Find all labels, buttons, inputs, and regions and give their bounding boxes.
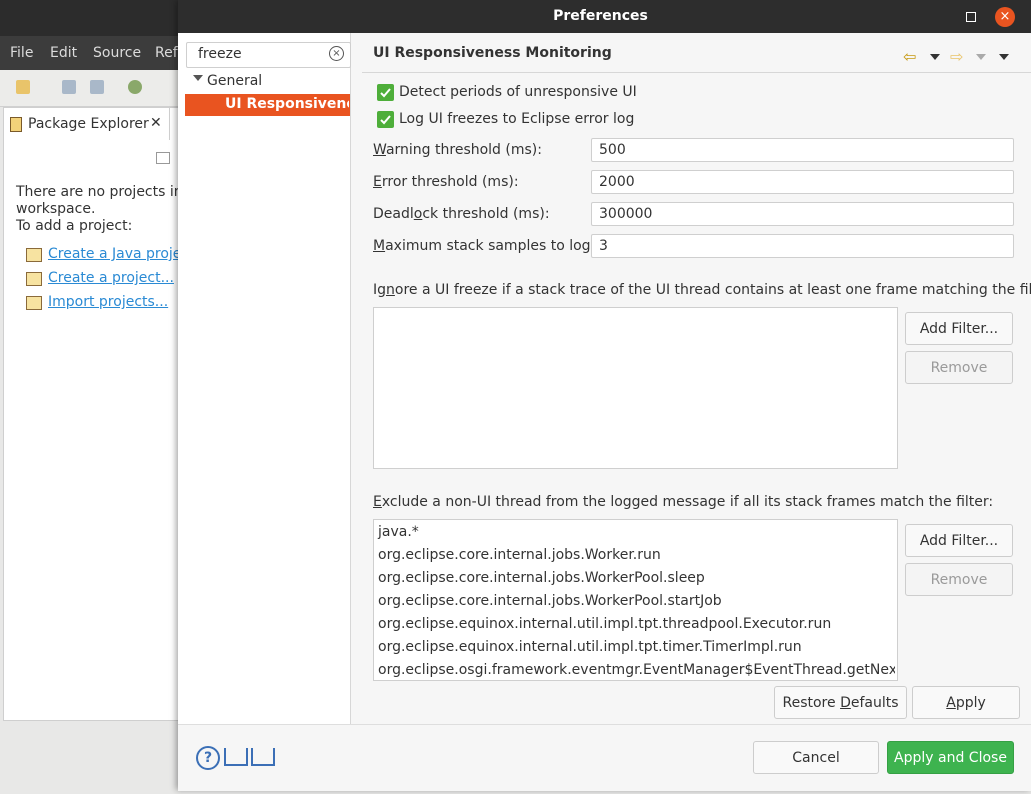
preferences-tree-panel <box>178 33 351 724</box>
list-item[interactable]: org.eclipse.core.internal.jobs.WorkerPoo… <box>378 593 722 609</box>
list-item[interactable]: java.* <box>378 524 419 540</box>
chevron-down-icon[interactable] <box>930 54 940 60</box>
error-threshold-input[interactable] <box>591 170 1014 194</box>
empty-message: To add a project: <box>16 218 133 234</box>
max-stack-samples-label: Maximum stack samples to log: <box>373 238 596 254</box>
deadlock-threshold-input[interactable] <box>591 202 1014 226</box>
restore-defaults-button[interactable]: Restore Defaults <box>774 686 907 719</box>
filter-value[interactable]: freeze <box>198 46 242 62</box>
error-threshold-label: Error threshold (ms): <box>373 174 519 190</box>
menu-source[interactable]: Source <box>93 45 141 61</box>
tree-item-label: UI Responsiveness Monitoring <box>225 96 349 112</box>
deadlock-threshold-label: Deadlock threshold (ms): <box>373 206 550 222</box>
list-item[interactable]: org.eclipse.core.internal.jobs.Worker.ru… <box>378 547 661 563</box>
ignore-filter-list[interactable] <box>373 307 898 469</box>
project-icon <box>26 272 42 286</box>
empty-message: workspace. <box>16 201 96 217</box>
check-icon <box>380 88 391 98</box>
ignore-remove-button[interactable]: Remove <box>905 351 1013 384</box>
import-icon <box>26 296 42 310</box>
list-item[interactable]: org.eclipse.osgi.framework.eventmgr.Even… <box>378 662 895 678</box>
max-stack-samples-input[interactable] <box>591 234 1014 258</box>
max-stack-samples-value[interactable]: 3 <box>599 238 608 254</box>
cancel-button[interactable]: Cancel <box>753 741 879 774</box>
exclude-filter-label: Exclude a non-UI thread from the logged … <box>373 494 994 510</box>
dialog-title: Preferences <box>553 8 648 24</box>
ignore-add-filter-button[interactable]: Add Filter... <box>905 312 1013 345</box>
deadlock-threshold-value[interactable]: 300000 <box>599 206 652 222</box>
tree-item-general[interactable]: General <box>207 73 262 89</box>
apply-and-close-button[interactable]: Apply and Close <box>887 741 1014 774</box>
import-preferences-icon[interactable] <box>224 748 248 766</box>
apply-button[interactable]: Apply <box>912 686 1020 719</box>
ignore-filter-label: Ignore a UI freeze if a stack trace of t… <box>373 282 1031 298</box>
import-projects-link[interactable]: Import projects... <box>48 294 168 310</box>
save-all-icon[interactable] <box>90 80 104 94</box>
create-project-link[interactable]: Create a project... <box>48 270 174 286</box>
minimize-icon[interactable] <box>156 152 170 164</box>
java-project-icon <box>26 248 42 262</box>
clear-icon[interactable]: × <box>329 46 344 61</box>
help-icon[interactable]: ? <box>196 746 220 770</box>
menu-file[interactable]: File <box>10 45 33 61</box>
create-java-project-link[interactable]: Create a Java projec <box>48 246 189 262</box>
menu-edit[interactable]: Edit <box>50 45 77 61</box>
export-preferences-icon[interactable] <box>251 748 275 766</box>
warning-threshold-label: Warning threshold (ms): <box>373 142 542 158</box>
detect-unresponsive-checkbox[interactable] <box>377 84 394 101</box>
back-arrow-icon[interactable]: ⇦ <box>903 47 916 66</box>
menu-refactor[interactable]: Ref <box>155 45 178 61</box>
close-icon[interactable]: ✕ <box>150 115 162 131</box>
forward-arrow-icon[interactable]: ⇨ <box>950 47 963 66</box>
check-icon <box>380 115 391 125</box>
close-icon[interactable]: × <box>995 7 1015 27</box>
debug-icon[interactable] <box>128 80 142 94</box>
log-freezes-label: Log UI freezes to Eclipse error log <box>399 111 635 127</box>
warning-threshold-input[interactable] <box>591 138 1014 162</box>
list-item[interactable]: org.eclipse.equinox.internal.util.impl.t… <box>378 639 802 655</box>
list-item[interactable]: org.eclipse.equinox.internal.util.impl.t… <box>378 616 831 632</box>
new-icon[interactable] <box>16 80 30 94</box>
maximize-icon[interactable] <box>966 12 976 22</box>
chevron-down-icon[interactable] <box>193 75 203 81</box>
chevron-down-icon[interactable] <box>976 54 986 60</box>
exclude-remove-button[interactable]: Remove <box>905 563 1013 596</box>
empty-message: There are no projects in y <box>16 184 196 200</box>
warning-threshold-value[interactable]: 500 <box>599 142 626 158</box>
page-title: UI Responsiveness Monitoring <box>373 45 612 61</box>
list-item[interactable]: org.eclipse.core.internal.jobs.WorkerPoo… <box>378 570 705 586</box>
detect-unresponsive-label: Detect periods of unresponsive UI <box>399 84 637 100</box>
error-threshold-value[interactable]: 2000 <box>599 174 635 190</box>
log-freezes-checkbox[interactable] <box>377 111 394 128</box>
package-explorer-icon <box>10 117 22 132</box>
view-menu-icon[interactable] <box>999 54 1009 60</box>
save-icon[interactable] <box>62 80 76 94</box>
package-explorer-tab-label: Package Explorer <box>28 116 149 132</box>
exclude-add-filter-button[interactable]: Add Filter... <box>905 524 1013 557</box>
